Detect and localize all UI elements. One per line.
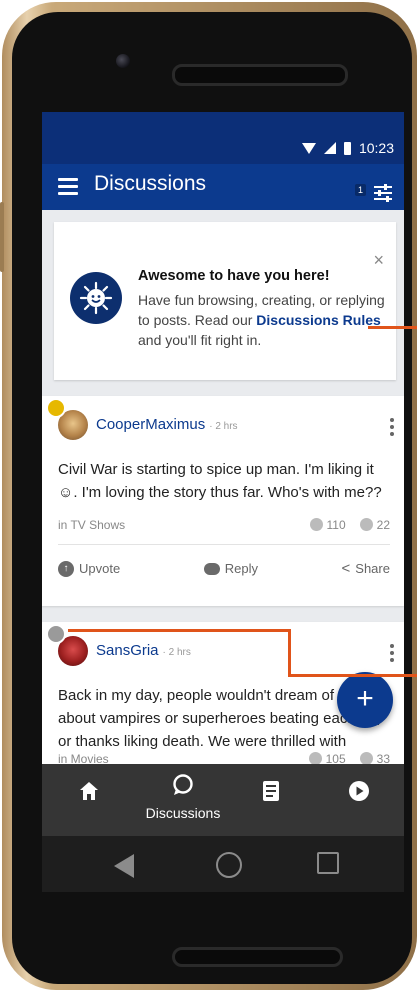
back-icon[interactable]: [114, 854, 134, 878]
share-icon: <: [341, 560, 351, 577]
reply-count-icon: [359, 518, 373, 531]
welcome-badge-icon: [70, 272, 122, 324]
user-badge-icon: [46, 398, 66, 418]
post-username[interactable]: SansGria · 2 hrs: [96, 642, 191, 659]
user-badge-icon: [46, 624, 66, 644]
status-time: 10:23: [358, 140, 394, 156]
annotation-line: [288, 629, 291, 677]
nav-video[interactable]: [348, 780, 370, 807]
divider: [58, 544, 390, 545]
system-navigation-bar: [42, 836, 404, 892]
post-body[interactable]: Civil War is starting to spice up man. I…: [58, 458, 394, 504]
share-button[interactable]: < Share: [342, 560, 390, 577]
more-options-icon[interactable]: [390, 418, 394, 439]
username-text[interactable]: SansGria: [96, 642, 159, 659]
annotation-line: [68, 629, 288, 632]
welcome-text: Have fun browsing, creating, or replying…: [138, 290, 390, 350]
volume-button: [0, 202, 4, 272]
nav-home[interactable]: [78, 780, 100, 807]
post-time: · 2 hrs: [209, 421, 238, 432]
new-post-button[interactable]: +: [337, 672, 393, 728]
username-text[interactable]: CooperMaximus: [96, 416, 205, 433]
reply-icon: [203, 562, 220, 575]
upvote-icon: ↑: [58, 560, 74, 577]
play-icon: [349, 781, 369, 801]
menu-icon[interactable]: [58, 178, 78, 199]
close-icon[interactable]: ×: [373, 250, 384, 271]
bottom-speaker: [172, 947, 343, 967]
welcome-text-after: and you'll fit right in.: [138, 332, 262, 348]
more-options-icon[interactable]: [390, 644, 394, 665]
earpiece-speaker: [172, 64, 348, 86]
annotation-line: [288, 674, 417, 677]
upvote-button[interactable]: ↑ Upvote: [58, 560, 120, 577]
phone-frame: 10:23 Discussions 1 × Awesome to have yo…: [0, 2, 417, 990]
annotation-line: [368, 326, 417, 329]
nav-discussions-label: Discussions: [145, 805, 221, 821]
home-button-icon[interactable]: [216, 852, 242, 878]
reply-count: 22: [359, 518, 390, 532]
wifi-icon: [301, 142, 316, 154]
bottom-navigation: Discussions: [42, 764, 404, 836]
post-category[interactable]: in TV Shows: [58, 518, 125, 532]
post-card[interactable]: CooperMaximus · 2 hrs Civil War is starti…: [42, 396, 404, 606]
upvote-count: 110: [309, 518, 346, 532]
welcome-card: × Awesome to have you here! Have fun bro…: [54, 222, 396, 380]
home-icon: [80, 782, 98, 800]
upvote-count-icon: [309, 518, 323, 531]
status-bar: 10:23: [42, 112, 404, 164]
discussions-rules-link[interactable]: Discussions Rules: [256, 312, 381, 328]
post-meta: in TV Shows 110 22: [58, 518, 390, 532]
welcome-title: Awesome to have you here!: [138, 268, 330, 284]
discussions-icon: [173, 774, 193, 795]
signal-icon: [323, 142, 336, 154]
nav-news[interactable]: [262, 780, 280, 807]
nav-discussions[interactable]: Discussions: [142, 774, 224, 821]
recents-icon[interactable]: [317, 852, 339, 874]
filter-icon[interactable]: [374, 184, 392, 204]
news-icon: [263, 781, 279, 801]
post-actions: ↑ Upvote Reply < Share: [58, 560, 390, 577]
page-title: Discussions: [94, 172, 207, 195]
battery-icon: [343, 141, 351, 155]
filter-count-badge: 1: [354, 184, 366, 196]
reply-button[interactable]: Reply: [203, 560, 258, 577]
app-screen: 10:23 Discussions 1 × Awesome to have yo…: [42, 112, 404, 892]
post-time: · 2 hrs: [162, 647, 191, 658]
front-camera: [116, 54, 130, 68]
post-username[interactable]: CooperMaximus · 2 hrs: [96, 416, 238, 433]
app-bar: Discussions 1: [42, 164, 404, 210]
